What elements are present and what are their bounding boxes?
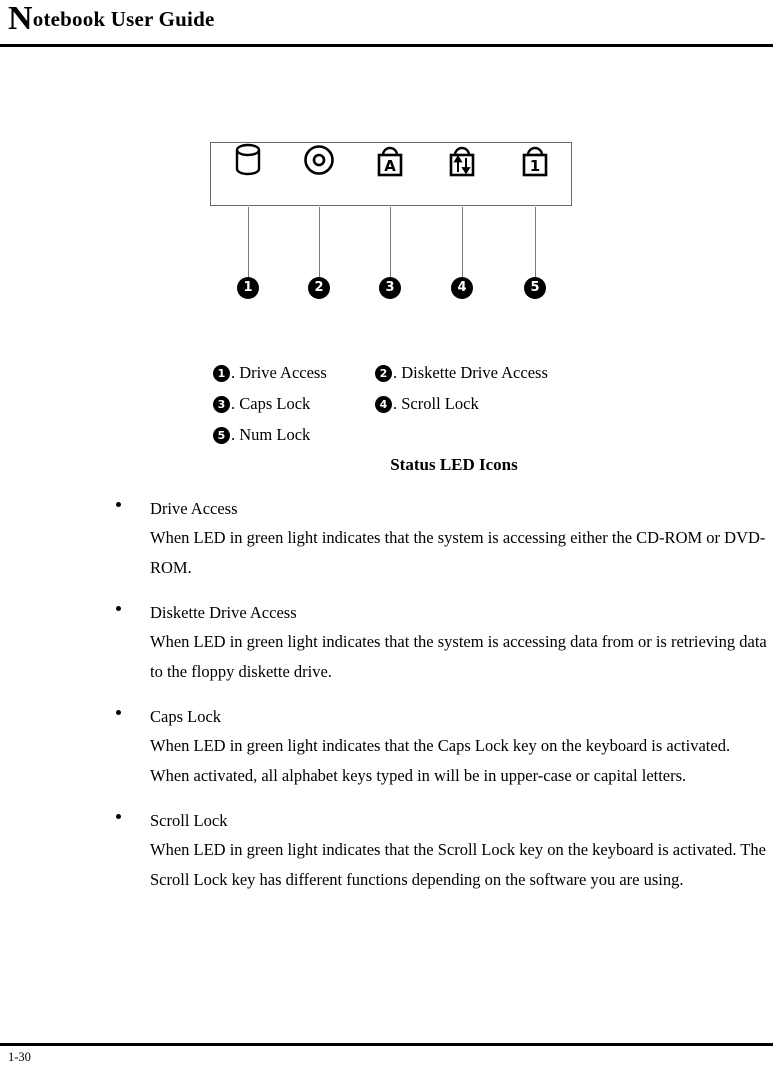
leader-line-3 — [390, 207, 391, 283]
legend-label-5: . Num Lock — [231, 425, 311, 444]
legend-item-caps-lock: 3 . Caps Lock — [213, 394, 310, 414]
bullet-title-drive-access: Drive Access — [150, 499, 238, 518]
svg-text:1: 1 — [530, 157, 540, 175]
hard-drive-icon — [235, 143, 261, 182]
callout-number-5: 5 — [524, 277, 546, 299]
legend: 1 . Drive Access 2 . Diskette Drive Acce… — [213, 363, 633, 456]
legend-row: 1 . Drive Access 2 . Diskette Drive Acce… — [213, 363, 633, 394]
page-number: 1-30 — [8, 1050, 31, 1064]
callout-number-1: 1 — [237, 277, 259, 299]
callout-number-3: 3 — [379, 277, 401, 299]
bullet-dot-icon — [116, 606, 121, 611]
scroll-lock-icon — [447, 142, 477, 183]
header-divider — [0, 44, 773, 47]
bullet-text-caps-lock: When LED in green light indicates that t… — [150, 736, 731, 785]
legend-number-5: 5 — [213, 426, 230, 444]
svg-text:A: A — [384, 157, 396, 175]
callout-number-4: 4 — [451, 277, 473, 299]
legend-row: 5 . Num Lock — [213, 425, 633, 456]
icon-slot-caps-lock: A — [368, 140, 412, 184]
leader-line-1 — [248, 207, 249, 283]
leader-line-2 — [319, 207, 320, 283]
legend-item-diskette-drive-access: 2 . Diskette Drive Access — [375, 363, 548, 383]
footer-divider — [0, 1043, 773, 1046]
list-item: Scroll Lock When LED in green light indi… — [0, 806, 773, 894]
bullet-title-diskette-drive-access: Diskette Drive Access — [150, 603, 297, 622]
list-item: Drive Access When LED in green light ind… — [0, 494, 773, 582]
legend-number-4: 4 — [375, 395, 392, 413]
disc-icon — [303, 144, 335, 181]
icon-slot-drive-access — [226, 140, 270, 184]
page-title-initial: N — [8, 0, 33, 37]
bullet-text-scroll-lock: When LED in green light indicates that t… — [150, 840, 766, 889]
bullet-title-caps-lock: Caps Lock — [150, 707, 222, 726]
legend-label-4: . Scroll Lock — [393, 394, 479, 413]
leader-line-4 — [462, 207, 463, 283]
icon-slot-scroll-lock — [440, 140, 484, 184]
legend-item-num-lock: 5 . Num Lock — [213, 425, 310, 445]
legend-number-2: 2 — [375, 364, 392, 382]
legend-label-3: . Caps Lock — [231, 394, 311, 413]
legend-item-drive-access: 1 . Drive Access — [213, 363, 327, 383]
figure-caption: Status LED Icons — [390, 455, 518, 474]
list-item: Caps Lock When LED in green light indica… — [0, 702, 773, 790]
page-title: Notebook User Guide — [8, 2, 215, 36]
legend-label-1: . Drive Access — [231, 363, 327, 382]
legend-item-scroll-lock: 4 . Scroll Lock — [375, 394, 479, 414]
bullet-dot-icon — [116, 814, 121, 819]
caps-lock-icon: A — [375, 142, 405, 183]
bullet-dot-icon — [116, 502, 121, 507]
legend-label-2: . Diskette Drive Access — [393, 363, 548, 382]
legend-number-1: 1 — [213, 364, 230, 382]
status-led-diagram: A 1 1 2 3 4 5 — [0, 130, 773, 310]
icon-slot-num-lock: 1 — [513, 140, 557, 184]
page-title-rest: otebook User Guide — [32, 7, 215, 31]
list-item: Diskette Drive Access When LED in green … — [0, 598, 773, 686]
bullet-text-drive-access: When LED in green light indicates that t… — [150, 528, 766, 577]
legend-row: 3 . Caps Lock 4 . Scroll Lock — [213, 394, 633, 425]
icon-slot-diskette-drive-access — [297, 140, 341, 184]
leader-line-5 — [535, 207, 536, 283]
callout-number-2: 2 — [308, 277, 330, 299]
legend-number-3: 3 — [213, 395, 230, 413]
bullet-dot-icon — [116, 710, 121, 715]
page-header: Notebook User Guide — [0, 0, 773, 47]
bullet-text-diskette-drive-access: When LED in green light indicates that t… — [150, 632, 767, 681]
body-content: Drive Access When LED in green light ind… — [0, 494, 773, 910]
num-lock-icon: 1 — [520, 142, 550, 183]
bullet-title-scroll-lock: Scroll Lock — [150, 811, 228, 830]
